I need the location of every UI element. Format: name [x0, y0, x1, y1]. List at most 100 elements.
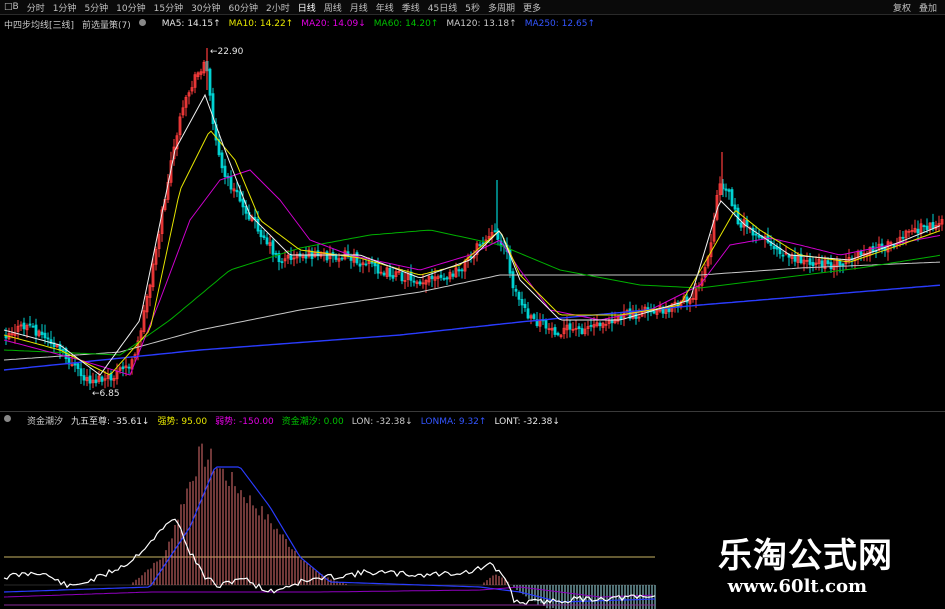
candle-body	[619, 315, 623, 320]
indicator-subtitle[interactable]: 前选量策(7)	[82, 18, 131, 31]
candle-body	[544, 320, 548, 329]
candle-body	[400, 272, 404, 282]
candle-body	[610, 320, 614, 324]
candle-body	[916, 228, 920, 234]
period-tab-12[interactable]: 年线	[372, 1, 398, 14]
candle-body	[781, 254, 785, 257]
candle-body	[412, 280, 416, 283]
indicator-legend: 资金潮汐 九五至尊: -35.61↓ 强势: 95.00 弱势: -150.00 资金…	[4, 414, 576, 427]
candle-body	[517, 292, 521, 300]
info-circle-icon[interactable]	[4, 415, 19, 425]
toolbar-right-button-1[interactable]: 叠加	[915, 1, 941, 14]
info-circle-icon[interactable]	[138, 19, 154, 29]
ma-legend-item-4: MA120: 13.18↑	[446, 19, 517, 29]
candle-body	[652, 310, 656, 314]
candle-body	[556, 332, 560, 336]
candle-body	[826, 260, 830, 264]
candle-body	[418, 281, 422, 285]
period-tab-5[interactable]: 15分钟	[150, 1, 187, 14]
candle-body	[289, 254, 293, 261]
indicator-legend-item-3: 资金潮汐: 0.00	[281, 416, 344, 427]
price-chart[interactable]: ←22.90 ←6.85	[0, 30, 945, 410]
candle-body	[589, 325, 593, 327]
candle-body	[493, 230, 497, 233]
period-tab-10[interactable]: 周线	[320, 1, 346, 14]
indicator-legend-item-4: LON: -32.38↓	[351, 416, 413, 427]
high-price-label: ←22.90	[210, 47, 244, 57]
candle-body	[88, 375, 92, 384]
candle-body	[568, 323, 572, 330]
ma-legend-item-2: MA20: 14.09↓	[301, 19, 366, 29]
pane-divider[interactable]	[0, 411, 945, 412]
period-tab-16[interactable]: 多周期	[484, 1, 519, 14]
candle-body	[256, 218, 260, 232]
candle-body	[931, 222, 935, 229]
candle-body	[724, 188, 728, 191]
candle-body	[526, 308, 530, 319]
indicator-title[interactable]: 中四步均线[三线]	[4, 18, 74, 31]
candle-body	[478, 244, 482, 246]
candle-body	[34, 324, 38, 336]
candle-body	[241, 198, 245, 208]
candle-body	[577, 326, 581, 330]
period-tab-2[interactable]: 1分钟	[49, 1, 81, 14]
period-tab-7[interactable]: 60分钟	[225, 1, 262, 14]
candle-body	[271, 240, 275, 255]
toolbar-right-button-0[interactable]: 复权	[889, 1, 915, 14]
candle-body	[829, 262, 833, 270]
candle-body	[109, 373, 113, 381]
candle-body	[40, 331, 44, 335]
ma-values: MA5: 14.15↑ MA10: 14.22↑ MA20: 14.09↓ MA60:…	[162, 19, 603, 29]
candle-body	[532, 314, 536, 319]
candle-body	[751, 227, 755, 236]
period-tab-15[interactable]: 5秒	[461, 1, 484, 14]
ma-legend-item-3: MA60: 14.20↑	[373, 19, 439, 29]
candle-body	[727, 189, 731, 192]
ma-legend-item-5: MA250: 12.65↑	[524, 19, 595, 29]
candle-body	[772, 245, 776, 249]
candle-body	[43, 332, 47, 339]
indicator-legend-item-6: LONT: -32.38↓	[494, 416, 560, 427]
candle-body	[754, 233, 758, 236]
candle-body	[280, 261, 284, 264]
indicator-legend-item-0: 九五至尊: -35.61↓	[71, 416, 150, 427]
candle-body	[229, 176, 233, 190]
candle-body	[28, 323, 32, 326]
candle-body	[373, 262, 377, 267]
ma-legend-item-0: MA5: 14.15↑	[161, 19, 221, 29]
period-tab-11[interactable]: 月线	[346, 1, 372, 14]
candle-body	[901, 236, 905, 239]
candle-body	[391, 275, 395, 279]
watermark-url: www.60lt.com	[727, 576, 867, 597]
low-price-label: ←6.85	[92, 389, 120, 399]
candle-body	[208, 68, 212, 96]
candle-body	[61, 349, 65, 351]
indicator-legend-item-5: LONMA: 9.32↑	[420, 416, 487, 427]
period-tab-14[interactable]: 45日线	[424, 1, 461, 14]
period-tab-8[interactable]: 2小时	[262, 1, 294, 14]
candle-body	[439, 274, 443, 278]
indicator-title[interactable]: 资金潮汐	[27, 414, 63, 427]
period-tab-13[interactable]: 季线	[398, 1, 424, 14]
candle-body	[511, 271, 515, 289]
candle-body	[340, 257, 344, 260]
period-tab-1[interactable]: 分时	[23, 1, 49, 14]
candle-body	[808, 258, 812, 265]
period-tab-9[interactable]: 日线	[294, 1, 320, 14]
candle-body	[259, 229, 263, 238]
period-toolbar: □B 分时 1分钟 5分钟 10分钟 15分钟 30分钟 60分钟 2小时 日线 周线 月线 年线 季线 4…	[0, 0, 945, 15]
candle-body	[745, 219, 749, 227]
candle-body	[757, 235, 761, 238]
period-tab-6[interactable]: 30分钟	[187, 1, 224, 14]
candle-body	[82, 375, 86, 381]
candle-body	[73, 363, 77, 366]
candle-body	[370, 261, 374, 264]
period-tab-3[interactable]: 5分钟	[80, 1, 112, 14]
period-tab-4[interactable]: 10分钟	[112, 1, 149, 14]
period-tab-0[interactable]: □B	[0, 2, 23, 12]
candle-body	[838, 260, 842, 266]
period-tab-17[interactable]: 更多	[519, 1, 545, 14]
candle-body	[220, 152, 224, 169]
ma20-line	[3, 169, 941, 376]
candle-body	[442, 277, 446, 280]
